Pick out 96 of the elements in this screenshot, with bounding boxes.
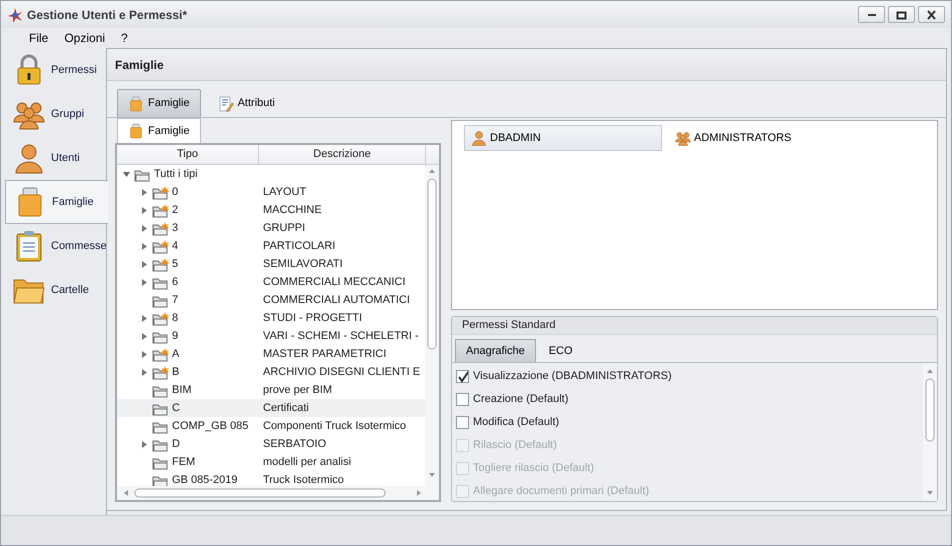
tree-row[interactable]: 7 COMMERCIALI AUTOMATICI xyxy=(117,291,425,309)
tree-cell-text: COMMERCIALI MECCANICI xyxy=(262,274,406,290)
principal-item[interactable]: DBADMIN xyxy=(464,125,662,151)
tree-row[interactable]: D SERBATOIO xyxy=(117,435,425,453)
tree-cell-text: STUDI - PROGETTI xyxy=(262,310,362,326)
column-header[interactable]: Descrizione xyxy=(259,145,426,164)
tree-row[interactable]: Tutti i tipi xyxy=(117,165,425,183)
tree-cell-text: B xyxy=(172,364,180,380)
tree-cell-text: C xyxy=(172,400,180,416)
tree-cell-text: 5 xyxy=(172,256,178,272)
tree-row[interactable]: 2 MACCHINE xyxy=(117,201,425,219)
tree-cell-text: FEM xyxy=(172,454,196,470)
checkbox[interactable] xyxy=(456,416,469,429)
tree-cell-text: VARI - SCHEMI - SCHELETRI - xyxy=(262,328,419,344)
tree-row[interactable]: 3 GRUPPI xyxy=(117,219,425,237)
tree-cell-text: Tutti i tipi xyxy=(154,166,198,182)
checkbox-label: Allegare documenti primari (Default) xyxy=(473,484,650,500)
tree-cell-text: prove per BIM xyxy=(262,382,332,398)
tab[interactable]: Famiglie xyxy=(117,118,201,143)
minimize-icon xyxy=(866,12,876,16)
app-logo-icon xyxy=(7,6,23,22)
tree-cell-text: MASTER PARAMETRICI xyxy=(262,346,386,362)
tab[interactable]: Famiglie xyxy=(117,89,201,117)
tab[interactable]: ECO xyxy=(538,339,584,362)
tree-row[interactable]: 5 SEMILAVORATI xyxy=(117,255,425,273)
group-title: Permessi Standard xyxy=(452,317,937,335)
checkbox[interactable] xyxy=(456,370,469,383)
checkbox[interactable] xyxy=(456,393,469,406)
tree-row[interactable]: FEM modelli per analisi xyxy=(117,453,425,471)
maximize-button[interactable] xyxy=(888,6,915,23)
principal-item[interactable]: ADMINISTRATORS xyxy=(668,125,866,151)
tree-cell-text: 7 xyxy=(172,292,178,308)
menu-item[interactable]: ? xyxy=(113,29,136,47)
checkbox-label: Rilascio (Default) xyxy=(473,438,557,454)
tree-row[interactable]: 6 COMMERCIALI MECCANICI xyxy=(117,273,425,291)
tree-row[interactable]: COMP_GB 085 Componenti Truck Isotermico xyxy=(117,417,425,435)
tree-cell-text: 9 xyxy=(172,328,178,344)
tree-cell-text: PARTICOLARI xyxy=(262,238,336,254)
tree-cell-text: BIM xyxy=(172,382,192,398)
sidebar-item[interactable]: Cartelle xyxy=(5,268,107,312)
vertical-scrollbar[interactable] xyxy=(425,165,439,486)
tree-cell-text: 8 xyxy=(172,310,178,326)
tree-row[interactable]: 9 VARI - SCHEMI - SCHELETRI - xyxy=(117,327,425,345)
tree-cell-text: LAYOUT xyxy=(262,184,306,200)
tree-row[interactable]: C Certificati xyxy=(117,399,425,417)
tree-cell-text: 2 xyxy=(172,202,178,218)
checkbox-label: Togliere rilascio (Default) xyxy=(473,461,594,476)
tree-cell-text: GB 085-2019 xyxy=(172,472,238,486)
tree-cell-text: COMP_GB 085 xyxy=(172,418,248,434)
tree-cell-text: MACCHINE xyxy=(262,202,322,218)
minimize-button[interactable] xyxy=(858,6,885,23)
column-header[interactable]: Tipo xyxy=(117,145,259,164)
tree-cell-text: Truck Isotermico xyxy=(262,472,344,486)
checkbox-label: Visualizzazione (DBADMINISTRATORS) xyxy=(473,369,672,384)
bag-icon xyxy=(128,96,144,112)
tree-row[interactable]: A MASTER PARAMETRICI xyxy=(117,345,425,363)
tree-row[interactable]: 4 PARTICOLARI xyxy=(117,237,425,255)
bag-icon xyxy=(128,123,144,139)
tree-cell-text: SEMILAVORATI xyxy=(262,256,343,272)
tree-cell-text: 6 xyxy=(172,274,178,290)
tree-cell-text: COMMERCIALI AUTOMATICI xyxy=(262,292,410,308)
window-title: Gestione Utenti e Permessi* xyxy=(27,6,188,24)
tree-cell-text: SERBATOIO xyxy=(262,436,326,452)
tree-cell-text: GRUPPI xyxy=(262,220,306,236)
tree-cell-text: Componenti Truck Isotermico xyxy=(262,418,406,434)
tree-row[interactable]: BIM prove per BIM xyxy=(117,381,425,399)
checkbox-label: Modifica (Default) xyxy=(473,415,560,430)
tab[interactable]: Anagrafiche xyxy=(455,339,536,362)
tree-row[interactable]: B ARCHIVIO DISEGNI CLIENTI E xyxy=(117,363,425,381)
tree-row[interactable]: 0 LAYOUT xyxy=(117,183,425,201)
menu-item[interactable]: File xyxy=(21,29,56,47)
sidebar-item[interactable]: Permessi xyxy=(5,48,107,92)
sidebar-item[interactable]: Gruppi xyxy=(5,92,107,136)
tree-cell-text: ARCHIVIO DISEGNI CLIENTI E xyxy=(262,364,420,380)
maximize-icon xyxy=(896,10,907,20)
tree-cell-text: A xyxy=(172,346,180,362)
user-icon xyxy=(471,130,487,146)
tree-cell-text: D xyxy=(172,436,180,452)
document-edit-icon xyxy=(218,96,234,112)
tree-cell-text: modelli per analisi xyxy=(262,454,352,470)
tab[interactable]: Attributi xyxy=(206,89,286,117)
sidebar-item[interactable]: Commesse xyxy=(5,224,107,268)
horizontal-scrollbar[interactable] xyxy=(117,486,439,500)
close-button[interactable] xyxy=(918,6,945,23)
tree-cell-text: Certificati xyxy=(262,400,309,416)
close-icon xyxy=(926,10,937,20)
user-icon xyxy=(13,142,45,174)
tree-cell-text: 3 xyxy=(172,220,178,236)
tree-row[interactable]: 8 STUDI - PROGETTI xyxy=(117,309,425,327)
tree-cell-text: 0 xyxy=(172,184,178,200)
menu-item[interactable]: Opzioni xyxy=(56,29,114,47)
vertical-scrollbar[interactable] xyxy=(923,363,937,501)
users-icon xyxy=(675,130,691,146)
checkbox-label: Creazione (Default) xyxy=(473,392,568,408)
tree-cell-text: 4 xyxy=(172,238,178,254)
sidebar-item[interactable]: Famiglie xyxy=(5,180,108,224)
